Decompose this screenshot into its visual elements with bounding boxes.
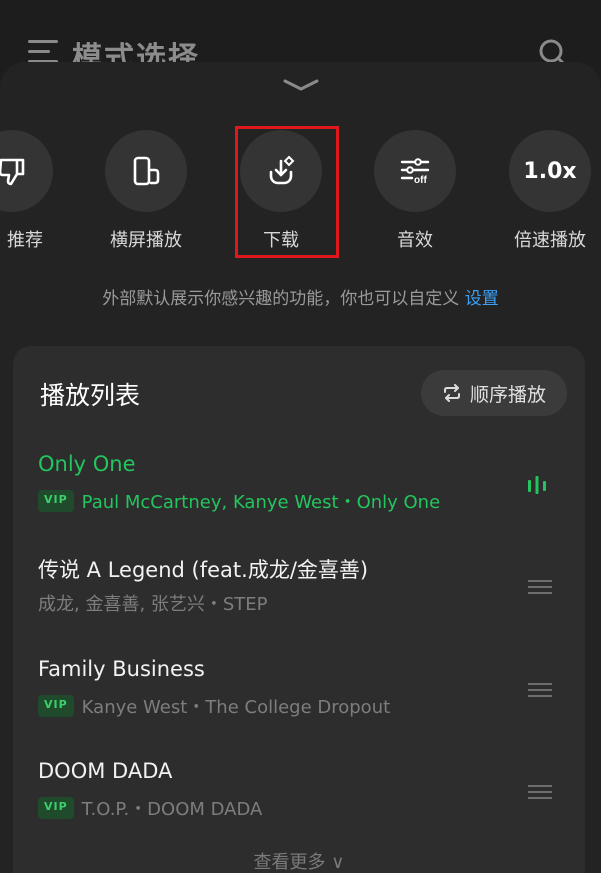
hint-text: 外部默认展示你感兴趣的功能，你也可以自定义 <box>102 289 460 309</box>
track-title: Family Business <box>38 657 205 681</box>
action-label: 音效 <box>397 230 433 251</box>
action-label: 横屏播放 <box>110 230 182 251</box>
track-row[interactable]: Only One VIP Paul McCartney, Kanye West・… <box>13 452 585 542</box>
svg-text:off: off <box>414 175 427 186</box>
action-sound-effect[interactable]: off 音效 <box>355 130 475 252</box>
sound-effect-off-icon: off <box>400 158 430 186</box>
play-mode-label: 顺序播放 <box>469 383 546 406</box>
track-row[interactable]: DOOM DADA VIP T.O.P.・DOOM DADA <box>13 759 585 849</box>
action-label: 推荐 <box>7 230 43 251</box>
action-recommend[interactable]: 推荐 <box>0 130 72 252</box>
playlist-title: 播放列表 <box>40 381 141 410</box>
action-label: 倍速播放 <box>514 230 586 251</box>
track-subtitle: VIP Kanye West・The College Dropout <box>38 693 390 719</box>
settings-link[interactable]: 设置 <box>465 289 499 309</box>
repeat-icon <box>443 384 460 402</box>
track-row[interactable]: Family Business VIP Kanye West・The Colle… <box>13 657 585 747</box>
track-title: DOOM DADA <box>38 759 173 783</box>
track-artist-album: Paul McCartney, Kanye West・Only One <box>81 492 441 513</box>
track-row[interactable]: 传说 A Legend (feat.成龙/金喜善) 成龙, 金喜善, 张艺兴・S… <box>13 554 585 644</box>
vip-badge: VIP <box>38 490 74 512</box>
track-subtitle: 成龙, 金喜善, 张艺兴・STEP <box>38 590 268 616</box>
drag-handle-icon[interactable] <box>528 683 552 697</box>
action-download[interactable]: 下载 <box>221 130 341 252</box>
vip-badge: VIP <box>38 695 74 717</box>
action-label: 下载 <box>263 230 299 251</box>
action-row: 推荐 横屏播放 下载 off 音效 1.0x 倍速播放 <box>0 130 601 260</box>
collapse-handle-icon[interactable] <box>282 78 320 92</box>
track-artist-album: Kanye West・The College Dropout <box>81 697 391 718</box>
action-landscape[interactable]: 横屏播放 <box>86 130 206 252</box>
track-subtitle: VIP Paul McCartney, Kanye West・Only One <box>38 488 440 514</box>
track-artist-album: T.O.P.・DOOM DADA <box>81 799 263 820</box>
thumb-down-icon <box>0 158 25 186</box>
landscape-phone-icon <box>133 156 160 186</box>
customize-hint: 外部默认展示你感兴趣的功能，你也可以自定义 设置 <box>0 284 601 309</box>
vip-badge: VIP <box>38 797 74 819</box>
see-more-button[interactable]: 查看更多 ∨ <box>13 848 585 873</box>
bottom-sheet: 推荐 横屏播放 下载 off 音效 1.0x 倍速播放 外部默认展示你感兴趣的功… <box>0 62 601 873</box>
track-subtitle: VIP T.O.P.・DOOM DADA <box>38 795 262 821</box>
speed-icon: 1.0x <box>523 158 577 184</box>
track-artist-album: 成龙, 金喜善, 张艺兴・STEP <box>38 594 268 615</box>
track-title: Only One <box>38 452 136 476</box>
track-title: 传说 A Legend (feat.成龙/金喜善) <box>38 558 369 582</box>
menu-icon[interactable] <box>28 40 58 64</box>
download-icon <box>269 155 295 185</box>
action-speed[interactable]: 1.0x 倍速播放 <box>490 130 601 252</box>
drag-handle-icon[interactable] <box>528 785 552 799</box>
now-playing-equalizer-icon <box>528 476 546 494</box>
play-mode-button[interactable]: 顺序播放 <box>421 370 567 416</box>
drag-handle-icon[interactable] <box>528 580 552 594</box>
playlist-card: 播放列表 顺序播放 Only One VIP Paul McCartney, K… <box>13 346 585 873</box>
